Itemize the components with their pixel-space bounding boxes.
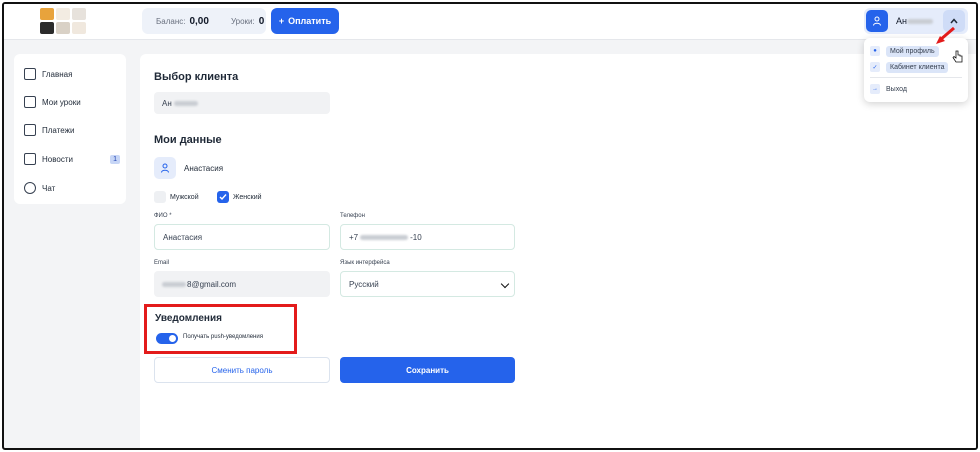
card-icon [24,124,36,136]
annotation-arrow-icon [936,26,955,44]
user-icon[interactable] [154,157,176,179]
hand-cursor-icon [952,50,963,63]
fio-label: ФИО * [154,213,172,219]
dropdown-divider [870,77,962,78]
news-badge: 1 [110,154,120,164]
save-button[interactable]: Сохранить [340,357,515,383]
checkbox-male[interactable] [154,191,166,203]
gender-male-option[interactable]: Мужской [154,191,199,203]
main-panel: Выбор клиента Ан Мои данные Анастасия Му… [140,54,976,448]
home-icon [24,68,36,80]
fio-input[interactable]: Анастасия [154,224,330,250]
sidebar-item-my-lessons[interactable]: Мои уроки [24,94,120,110]
menu-item-my-profile[interactable]: ● Мой профиль [870,44,962,58]
menu-item-logout[interactable]: → Выход [870,82,962,96]
menu-item-client-cabinet[interactable]: ✓ Кабинет клиента [870,60,962,74]
sidebar-item-payments[interactable]: Платежи [24,122,120,138]
balance-value: 0,00 [189,15,209,27]
user-name: Ан [896,16,940,26]
balance-box: Баланс: 0,00 Уроки: 0 [142,8,266,34]
pay-button[interactable]: + Оплатить [271,8,339,34]
app-window: Баланс: 0,00 Уроки: 0 + Оплатить Ан ● Мо… [2,2,978,450]
email-input[interactable]: 8@gmail.com [154,271,330,297]
calendar-icon [24,96,36,108]
balance-label: Баланс: [156,16,186,26]
logout-icon: → [870,84,880,94]
sidebar-item-home[interactable]: Главная [24,66,120,82]
profile-row: Анастасия [154,157,223,179]
chat-icon [24,182,36,194]
push-toggle-label: Получать push-уведомления [183,334,263,340]
push-toggle[interactable] [156,333,178,344]
lessons-label: Уроки: [230,16,255,26]
profile-name: Анастасия [184,163,224,173]
user-icon: ● [870,46,880,56]
client-select[interactable]: Ан [154,92,330,114]
phone-label: Телефон [340,213,365,219]
user-dropdown: ● Мой профиль ✓ Кабинет клиента → Выход [864,38,968,102]
sidebar: Главная Мои уроки Платежи Новости 1 Чат [14,54,126,204]
client-section-title: Выбор клиента [154,71,239,83]
user-icon [866,10,888,32]
notifications-highlight-box: Уведомления Получать push-уведомления [144,304,297,354]
checkbox-female[interactable] [217,191,229,203]
my-data-title: Мои данные [154,134,222,146]
gender-female-option[interactable]: Женский [217,191,262,203]
email-label: Email [154,260,170,266]
notifications-title: Уведомления [155,313,222,324]
plus-icon: + [278,16,285,26]
logo[interactable] [38,6,88,36]
language-select[interactable]: Русский [340,271,515,297]
pay-button-label: Оплатить [288,16,332,26]
sidebar-item-chat[interactable]: Чат [24,180,120,196]
chevron-down-icon [500,279,510,289]
top-bar: Баланс: 0,00 Уроки: 0 + Оплатить Ан [4,4,976,40]
lessons-value: 0 [258,15,265,27]
language-label: Язык интерфейса [340,260,390,266]
sidebar-item-news[interactable]: Новости 1 [24,151,120,167]
news-icon [24,153,36,165]
check-icon: ✓ [870,62,880,72]
change-password-button[interactable]: Сменить пароль [154,357,330,383]
phone-input[interactable]: +7 -10 [340,224,515,250]
